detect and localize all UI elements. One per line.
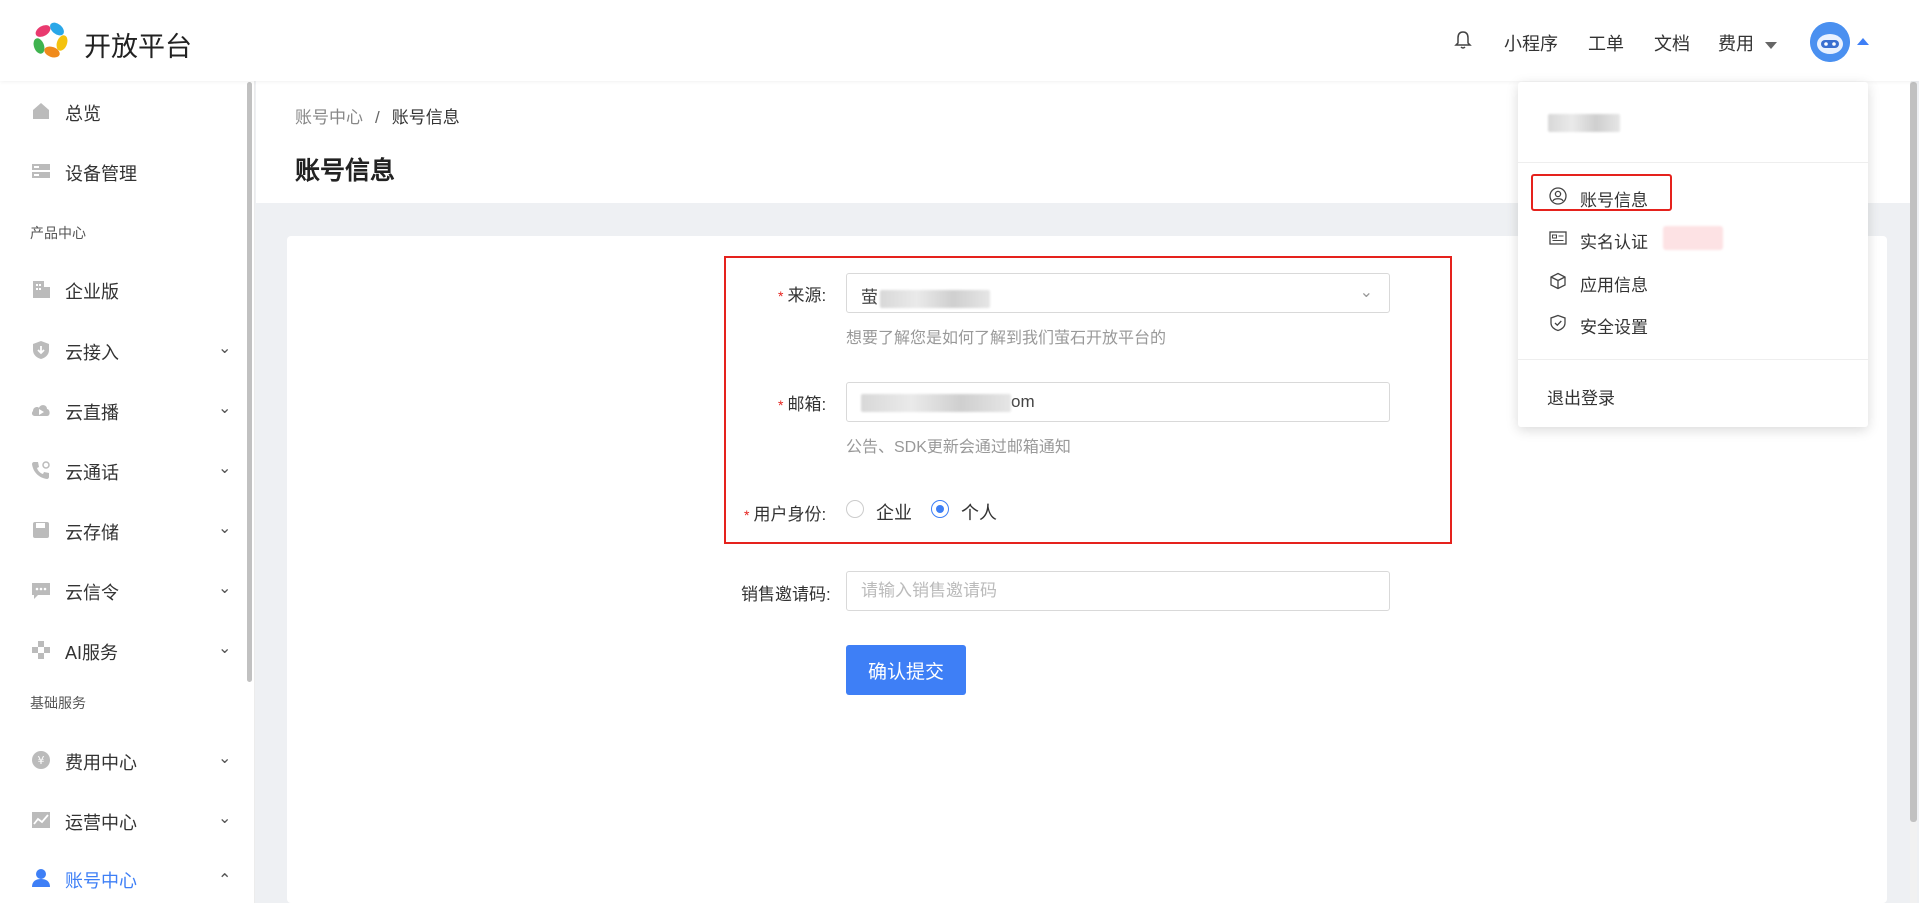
cube-icon [1550, 272, 1566, 290]
breadcrumb-account-center[interactable]: 账号中心 [295, 108, 363, 127]
sidebar: 总览 设备管理 产品中心 企业版 云接入 ⌄ 云直播 ⌄ 云通话 ⌄ 云存储 ⌄… [0, 81, 255, 903]
breadcrumb-current: 账号信息 [391, 108, 460, 127]
bell-icon[interactable] [1454, 30, 1472, 50]
breadcrumb: 账号中心 / 账号信息 [295, 103, 460, 128]
user-dropdown-menu: 账号信息 实名认证 应用信息 安全设置 退出登录 [1518, 82, 1868, 427]
chart-icon [32, 812, 50, 828]
top-header: 开放平台 小程序 工单 文档 费用 [0, 0, 1919, 81]
sidebar-item-enterprise[interactable]: 企业版 [0, 268, 254, 308]
breadcrumb-separator: / [375, 108, 380, 127]
cloud-play-icon [31, 405, 50, 416]
nav-fees-label: 费用 [1718, 34, 1754, 54]
sidebar-scrollbar[interactable] [247, 82, 252, 682]
divider [1518, 162, 1868, 163]
chevron-down-icon: ⌄ [218, 340, 232, 357]
sidebar-item-label: 云存储 [65, 523, 119, 543]
page-title: 账号信息 [295, 157, 396, 185]
sidebar-item-label: 云信令 [65, 583, 119, 603]
sidebar-item-operations[interactable]: 运营中心 ⌄ [0, 799, 254, 839]
main-scrollbar[interactable] [1910, 82, 1917, 903]
server-icon [32, 164, 50, 178]
caret-up-icon[interactable] [1857, 38, 1869, 45]
username-blurred [1548, 114, 1620, 132]
user-icon [32, 869, 50, 887]
chevron-down-icon: ⌄ [218, 580, 232, 597]
sidebar-item-label: 云接入 [65, 343, 119, 363]
chevron-down-icon: ⌄ [218, 640, 232, 657]
nav-fees[interactable]: 费用 [1718, 30, 1778, 56]
sidebar-item-label: 费用中心 [65, 753, 137, 773]
sidebar-item-fees[interactable]: ¥ 费用中心 ⌄ [0, 739, 254, 779]
sidebar-item-cloud-live[interactable]: 云直播 ⌄ [0, 389, 254, 429]
robot-avatar-icon [1810, 22, 1850, 62]
building-icon [33, 281, 50, 298]
chevron-down-icon: ⌄ [218, 520, 232, 537]
sidebar-item-label: 云通话 [65, 463, 119, 483]
sidebar-group-products: 产品中心 [30, 225, 86, 241]
status-badge-blurred [1663, 226, 1723, 250]
logo-text[interactable]: 开放平台 [84, 25, 192, 64]
nav-mini-program[interactable]: 小程序 [1504, 30, 1558, 56]
shield-download-icon [33, 341, 49, 359]
shield-check-icon [1550, 314, 1566, 332]
home-icon [33, 103, 49, 119]
chevron-down-icon: ⌄ [218, 400, 232, 417]
sidebar-item-device[interactable]: 设备管理 [0, 150, 254, 190]
logo-icon[interactable] [30, 20, 72, 62]
svg-text:¥: ¥ [38, 754, 45, 767]
blurred-text [1548, 114, 1620, 132]
highlight-box-form [724, 256, 1452, 544]
sidebar-item-label: 运营中心 [65, 813, 137, 833]
sidebar-item-label: 企业版 [65, 282, 119, 302]
divider [1518, 359, 1868, 360]
message-icon [32, 583, 50, 599]
sidebar-item-cloud-storage[interactable]: 云存储 ⌄ [0, 509, 254, 549]
sidebar-item-label: 总览 [65, 104, 101, 124]
scrollbar-thumb[interactable] [1910, 82, 1917, 822]
menu-item-logout[interactable]: 退出登录 [1547, 384, 1615, 409]
sidebar-item-cloud-signal[interactable]: 云信令 ⌄ [0, 569, 254, 609]
sidebar-item-label: AI服务 [65, 643, 119, 663]
sidebar-group-basic: 基础服务 [30, 695, 86, 711]
menu-item-label: 安全设置 [1580, 318, 1648, 337]
yen-icon: ¥ [32, 751, 50, 769]
puzzle-icon [32, 641, 50, 659]
sidebar-item-account[interactable]: 账号中心 ⌃ [0, 857, 254, 897]
caret-down-icon [1765, 41, 1778, 49]
chevron-down-icon: ⌄ [218, 750, 232, 767]
sidebar-item-label: 设备管理 [65, 164, 137, 184]
highlight-box-account-info [1531, 174, 1672, 211]
save-icon [33, 522, 49, 538]
sidebar-item-cloud-call[interactable]: 云通话 ⌄ [0, 449, 254, 489]
sidebar-item-overview[interactable]: 总览 [0, 90, 254, 130]
chevron-up-icon: ⌃ [218, 872, 232, 889]
invite-code-label: 销售邀请码: [741, 585, 831, 604]
menu-item-label: 实名认证 [1580, 233, 1648, 252]
sidebar-item-label: 云直播 [65, 403, 119, 423]
nav-ticket[interactable]: 工单 [1588, 30, 1624, 56]
menu-item-label: 应用信息 [1580, 276, 1648, 295]
id-card-icon [1549, 231, 1567, 245]
invite-code-input[interactable] [846, 571, 1390, 611]
avatar[interactable] [1810, 22, 1850, 62]
chevron-down-icon: ⌄ [218, 460, 232, 477]
nav-docs[interactable]: 文档 [1654, 30, 1690, 56]
submit-button[interactable]: 确认提交 [846, 645, 966, 695]
sidebar-item-ai[interactable]: AI服务 ⌄ [0, 629, 254, 669]
chevron-down-icon: ⌄ [218, 810, 232, 827]
sidebar-item-label: 账号中心 [65, 871, 137, 891]
phone-icon [32, 461, 50, 479]
sidebar-item-cloud-access[interactable]: 云接入 ⌄ [0, 329, 254, 369]
